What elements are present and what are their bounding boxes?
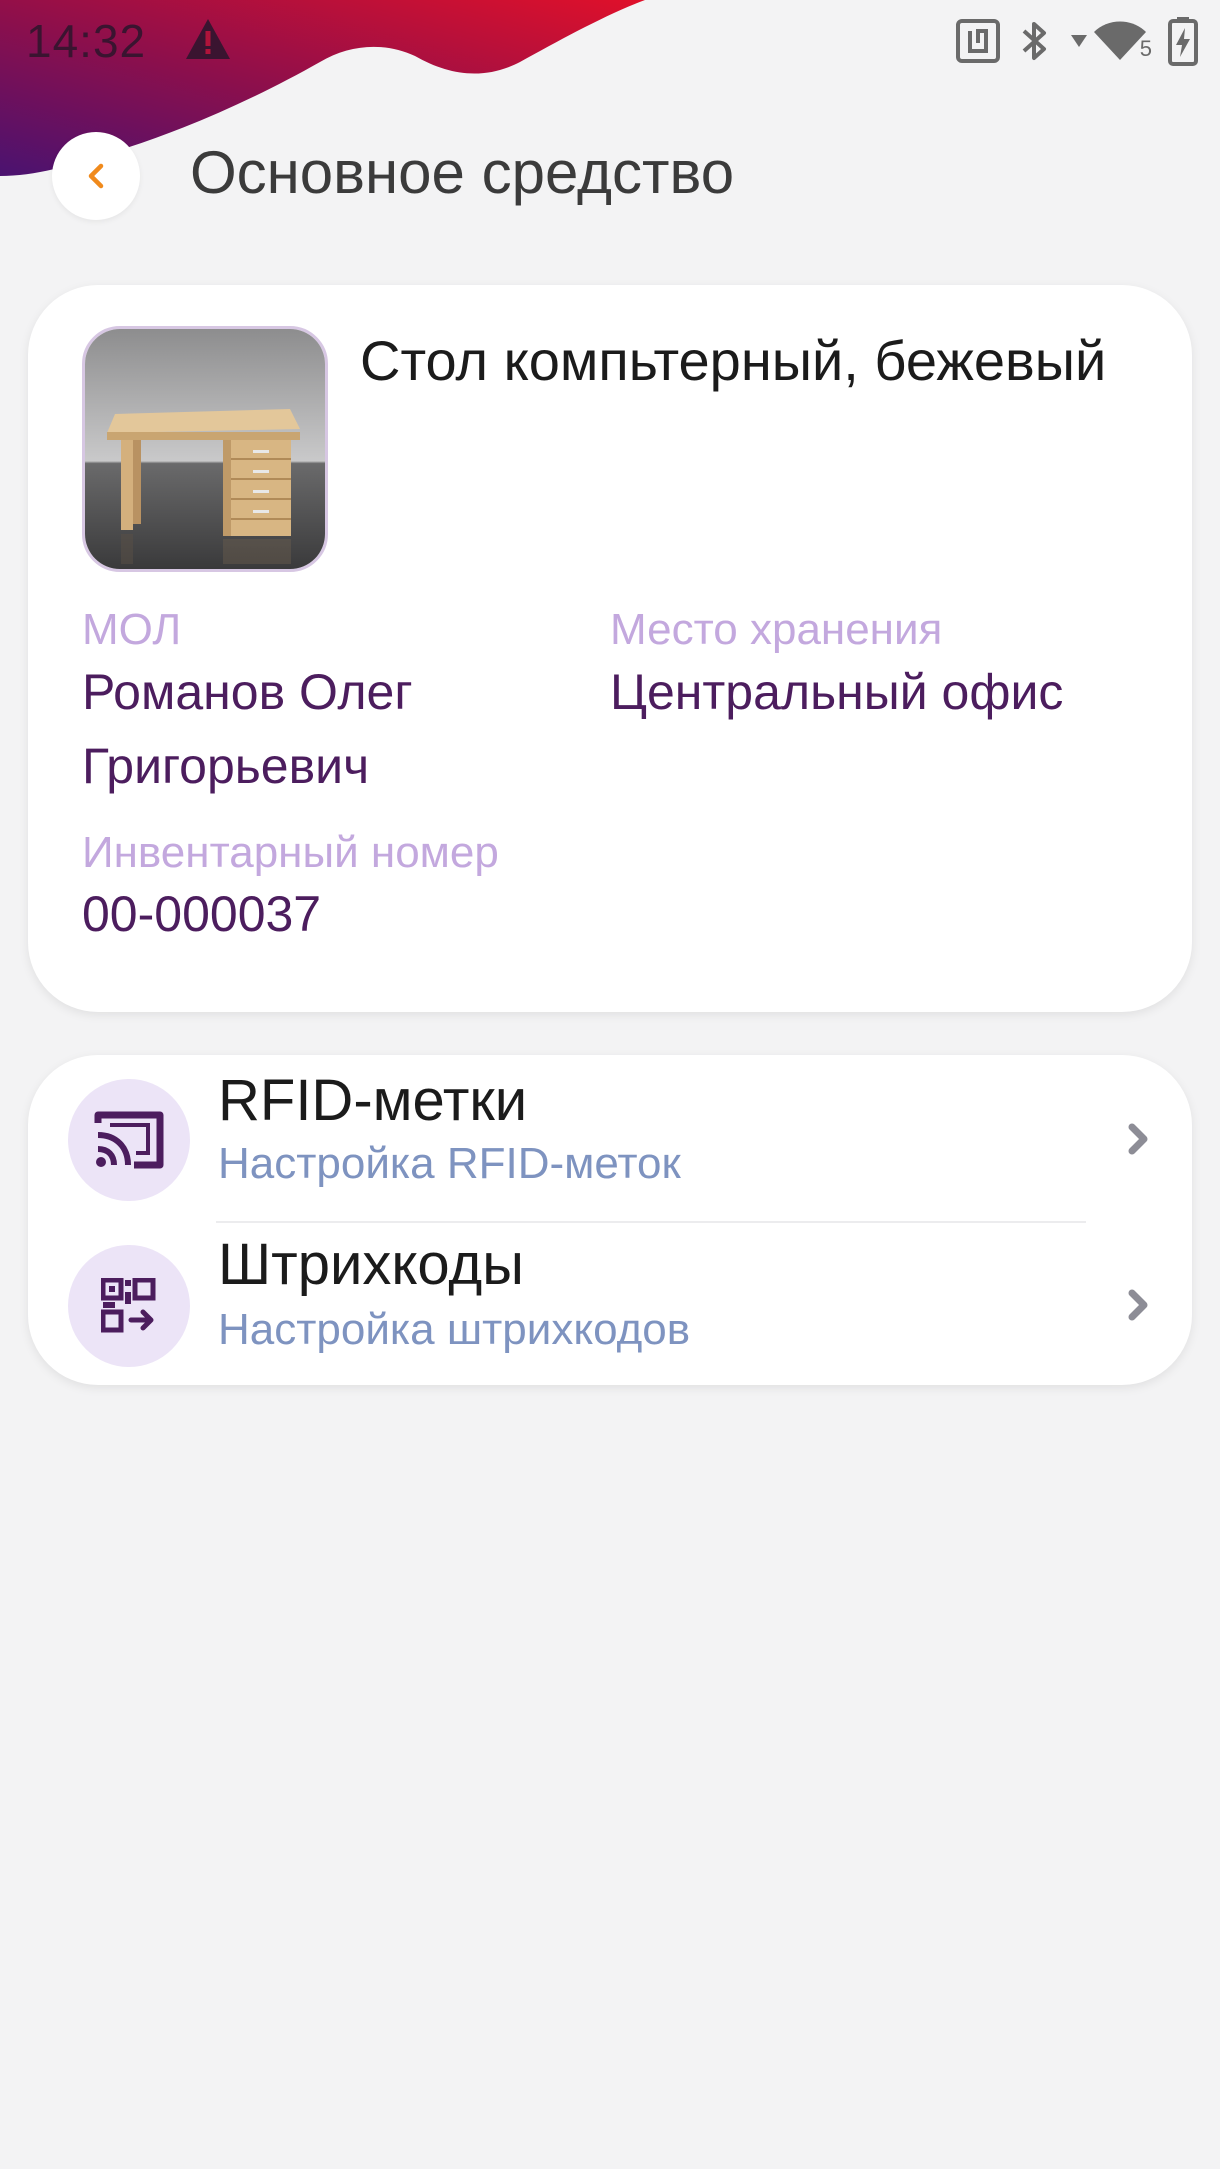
chevron-left-icon: [88, 163, 104, 189]
chevron-right-icon: [1128, 1123, 1148, 1155]
nfc-icon: [956, 19, 1000, 63]
inventory-number-value: 00-000037: [82, 886, 322, 942]
asset-name: Стол компьтерный, бежевый: [360, 329, 1107, 392]
rfid-title: RFID-метки: [218, 1068, 528, 1133]
barcodes-subtitle: Настройка штрихкодов: [218, 1305, 691, 1354]
back-button[interactable]: [52, 132, 140, 220]
wifi-badge: 5: [1139, 36, 1152, 61]
settings-card: RFID-метки Настройка RFID-меток Штрихкод…: [28, 1055, 1192, 1385]
rfid-subtitle: Настройка RFID-меток: [218, 1139, 681, 1188]
wifi-group: 5: [1070, 18, 1152, 64]
page-title: Основное средство: [190, 139, 735, 206]
qr-code-icon: [101, 1278, 156, 1333]
asset-card: Стол компьтерный, бежевый МОЛ Романов Ол…: [28, 285, 1192, 1012]
barcode-icon-circle: [68, 1245, 190, 1367]
battery-charging-icon: [1168, 17, 1198, 66]
rfid-cast-icon: [94, 1111, 164, 1169]
signal-arrow-icon: [1071, 35, 1087, 47]
inventory-number-label: Инвентарный номер: [82, 828, 499, 877]
status-bar: 14:32 5: [0, 0, 1220, 84]
status-icons: 5: [956, 14, 1198, 68]
status-time: 14:32: [26, 15, 147, 67]
settings-item-rfid[interactable]: RFID-метки Настройка RFID-меток: [28, 1055, 1192, 1215]
asset-photo[interactable]: [82, 326, 328, 572]
wifi-icon: 5: [1092, 18, 1152, 64]
bluetooth-icon: [1022, 22, 1046, 60]
chevron-right-icon: [1128, 1289, 1148, 1321]
location-label: Место хранения: [610, 605, 943, 654]
desk-image: [85, 329, 325, 569]
rfid-icon-circle: [68, 1079, 190, 1201]
settings-item-barcodes[interactable]: Штрихкоды Настройка штрихкодов: [28, 1223, 1192, 1383]
location-value: Центральный офис: [610, 664, 1064, 720]
asset-detail-screen: 14:32 5 Основное средство Стол компьтерн…: [0, 0, 1220, 2169]
responsible-value: Романов Олег Григорьевич: [82, 664, 413, 794]
barcodes-title: Штрихкоды: [218, 1232, 524, 1297]
responsible-label: МОЛ: [82, 605, 182, 654]
warning-icon: [186, 19, 230, 59]
